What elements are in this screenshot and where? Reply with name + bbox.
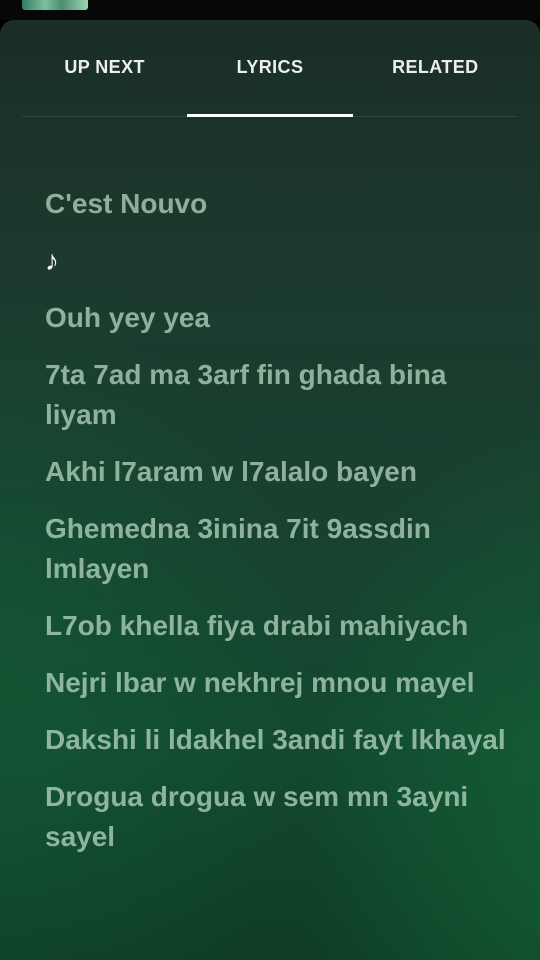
tab-related[interactable]: RELATED — [353, 20, 518, 116]
lyrics-line: Akhi l7aram w l7alalo bayen — [45, 456, 417, 487]
lyrics-line: L7ob khella fiya drabi mahiyach — [45, 610, 469, 641]
lyrics-sheet: UP NEXT LYRICS RELATED C'est Nouvo ♪ Ouh… — [0, 20, 540, 960]
lyrics-line: Ouh yey yea — [45, 302, 210, 333]
lyrics-line: Nejri lbar w nekhrej mnou mayel — [45, 667, 475, 698]
lyrics-line: 7ta 7ad ma 3arf fin ghada bina liyam — [45, 359, 447, 430]
lyrics-line: Ghemedna 3inina 7it 9assdin lmlayen — [45, 513, 431, 584]
tab-up-next[interactable]: UP NEXT — [22, 20, 187, 116]
lyrics-line: Dakshi li ldakhel 3andi fayt lkhayal — [45, 724, 506, 755]
lyrics-line: Drogua drogua w sem mn 3ayni sayel — [45, 781, 469, 852]
lyrics-panel: C'est Nouvo ♪ Ouh yey yea 7ta 7ad ma 3ar… — [45, 184, 515, 874]
now-playing-screen: UP NEXT LYRICS RELATED C'est Nouvo ♪ Ouh… — [0, 0, 540, 960]
lyrics-line: C'est Nouvo — [45, 188, 208, 219]
music-note-icon: ♪ — [45, 245, 59, 276]
album-art-thumbnail[interactable] — [22, 0, 88, 10]
tab-lyrics[interactable]: LYRICS — [187, 20, 353, 117]
tab-bar: UP NEXT LYRICS RELATED — [22, 20, 518, 117]
mini-player-strip — [0, 0, 540, 20]
